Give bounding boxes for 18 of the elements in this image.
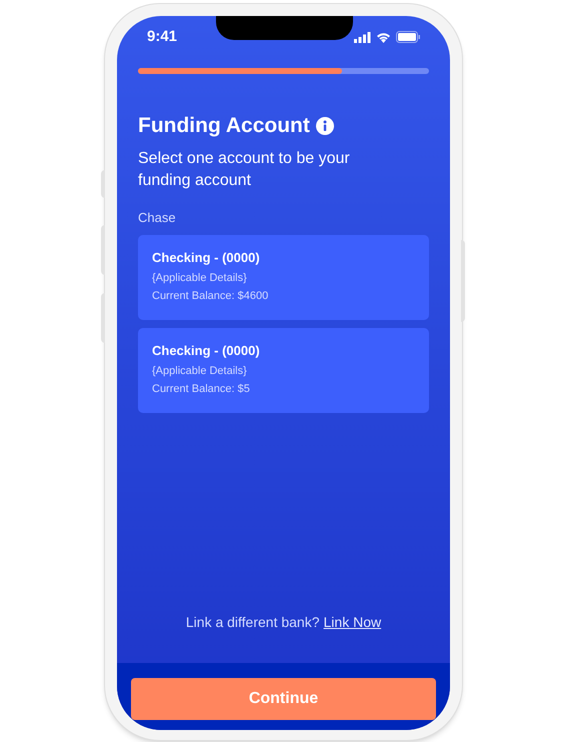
page-title: Funding Account [138, 113, 310, 139]
signal-icon [354, 32, 371, 42]
account-name: Checking - (0000) [152, 342, 261, 358]
subtitle: Select one account to be your funding account [138, 149, 351, 191]
status-time: 9:41 [147, 26, 178, 47]
account-details: {Applicable Details} [152, 364, 248, 378]
account-details: {Applicable Details} [152, 270, 248, 284]
account-name: Checking - (0000) [152, 250, 261, 266]
account-balance: Current Balance: $4600 [152, 288, 270, 302]
wifi-icon [376, 32, 391, 42]
link-prompt: Link a different bank? [186, 613, 320, 632]
info-icon[interactable] [316, 117, 334, 135]
battery-icon [396, 31, 420, 43]
link-now-link[interactable]: Link Now [324, 612, 382, 633]
account-card[interactable]: Checking - (0000) {Applicable Details} Current Balance: $4600 [138, 234, 429, 320]
account-balance: Current Balance: $5 [152, 382, 251, 396]
bank-name: Chase [138, 209, 177, 227]
account-card[interactable]: Checking - (0000) {Applicable Details} Current Balance: $5 [138, 328, 429, 412]
